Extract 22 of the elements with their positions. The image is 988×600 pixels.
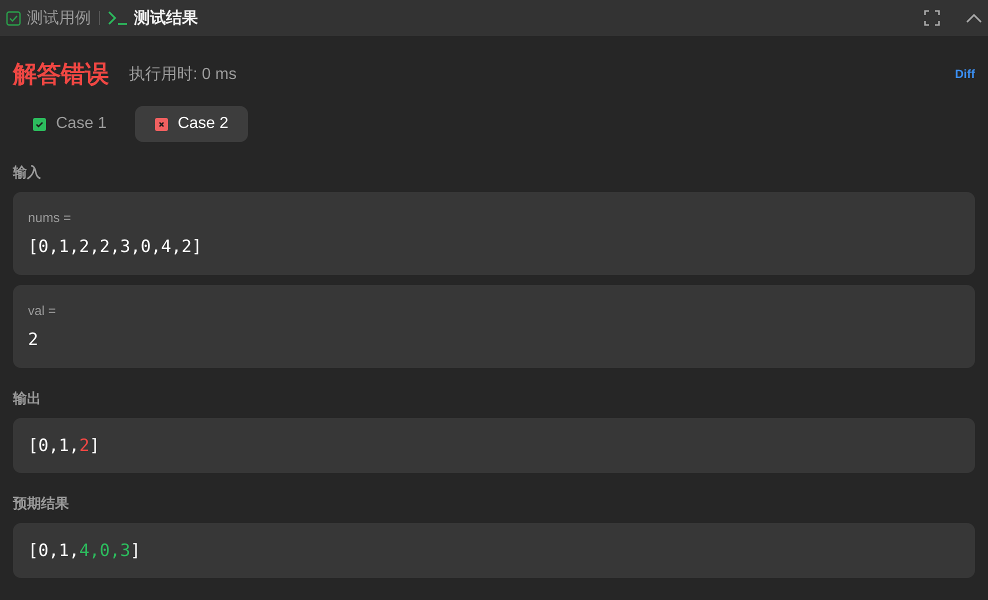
fullscreen-icon[interactable] — [924, 10, 940, 26]
case-tab[interactable]: Case 1 — [13, 106, 127, 142]
panel-tab[interactable]: 测试结果 — [108, 8, 198, 28]
terminal-icon — [108, 11, 128, 25]
checkbox-icon — [6, 10, 21, 26]
runtime-text: 执行用时: 0 ms — [129, 64, 237, 84]
param-name: nums = — [28, 210, 72, 225]
code-value: [0,1,4,0,3] — [28, 540, 142, 560]
code-value: 2 — [28, 330, 40, 350]
panel-tab[interactable]: 测试用例 — [6, 8, 91, 28]
case-tab[interactable]: Case 2 — [134, 106, 248, 142]
section-label: 预期结果 — [13, 495, 70, 513]
param-name: val = — [28, 303, 57, 318]
section-label: 输入 — [13, 164, 42, 182]
collapse-icon[interactable] — [966, 13, 982, 23]
section-label: 输出 — [13, 390, 42, 408]
diff-link[interactable]: Diff — [955, 67, 975, 81]
check-icon — [33, 118, 46, 130]
code-value: [0,1,2] — [28, 436, 101, 456]
cross-icon — [154, 118, 168, 130]
code-value: [0,1,2,2,3,0,4,2] — [28, 237, 203, 257]
result-status: 解答错误 — [13, 60, 109, 90]
